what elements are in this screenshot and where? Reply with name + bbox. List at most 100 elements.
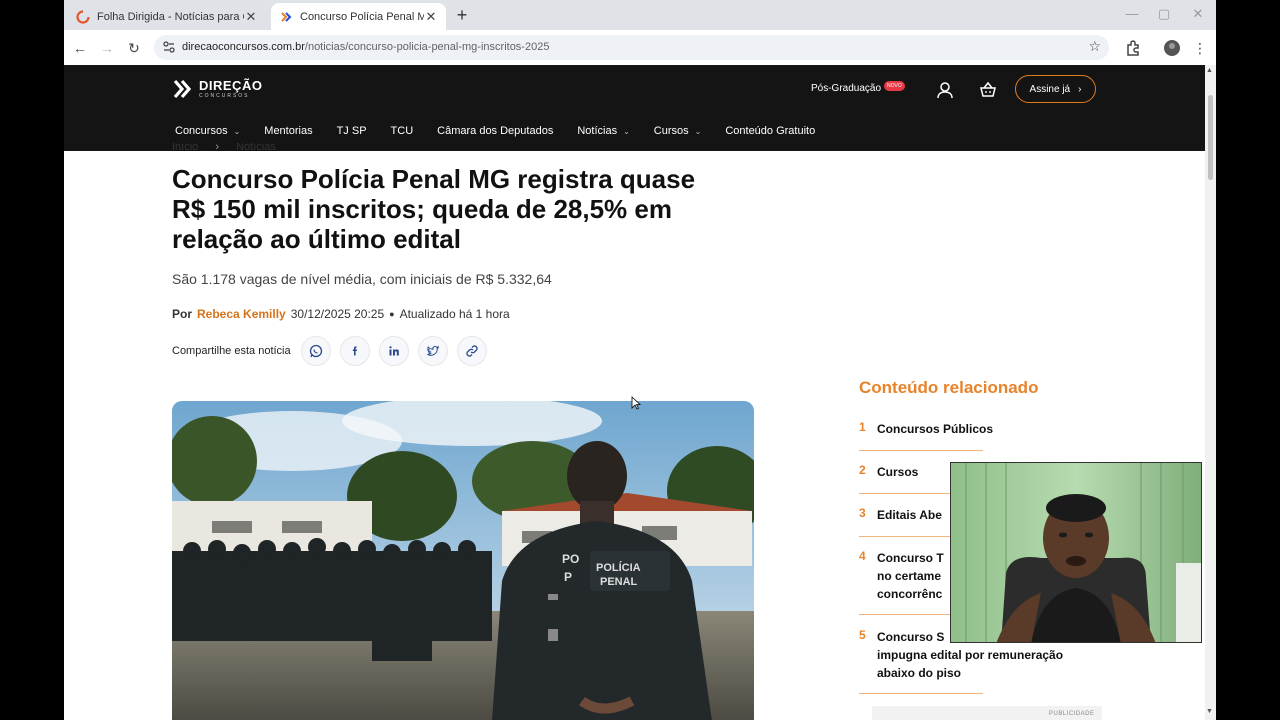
- url-host: direcaoconcursos.com.br: [182, 41, 305, 53]
- nav-item-concursos[interactable]: Concursos ⌄: [175, 125, 240, 137]
- nav-item-cursos[interactable]: Cursos ⌄: [654, 125, 702, 137]
- hero-side-text: PO: [562, 552, 579, 566]
- site-header: DIREÇÃO CONCURSOS Pós-Graduação NOVO Ass…: [64, 65, 1205, 151]
- nav-label: Concursos: [175, 125, 228, 137]
- back-icon[interactable]: ←: [70, 38, 90, 58]
- facebook-icon: [352, 346, 357, 356]
- minimize-icon[interactable]: —: [1122, 6, 1142, 21]
- whatsapp-icon: [309, 344, 322, 358]
- hero-badge-text-2: PENAL: [600, 576, 638, 588]
- extensions-icon[interactable]: [1123, 38, 1143, 58]
- related-item-number: 4: [859, 549, 866, 563]
- nav-label: TCU: [390, 125, 414, 137]
- url-path: /noticias/concurso-policia-penal-mg-insc…: [304, 41, 550, 53]
- related-content-title: Conteúdo relacionado: [859, 378, 1039, 397]
- tab-strip: Folha Dirigida - Notícias para C ✕ Concu…: [64, 0, 1216, 30]
- nav-item-conteudo-gratuito[interactable]: Conteúdo Gratuito: [725, 125, 815, 137]
- share-whatsapp-button[interactable]: [300, 336, 331, 366]
- related-item-number: 3: [859, 506, 866, 520]
- bullet-separator: ●: [389, 309, 395, 319]
- site-info-icon[interactable]: [162, 40, 176, 54]
- browser-toolbar: ← → ↻ direcaoconcursos.com.br/noticias/c…: [64, 30, 1216, 65]
- hero-photo-illustration: POLÍCIA PENAL PO P: [172, 401, 754, 720]
- hero-side-text-2: P: [564, 570, 572, 584]
- nav-label: Câmara dos Deputados: [437, 125, 554, 137]
- nav-label: Notícias: [577, 125, 618, 137]
- maximize-icon[interactable]: ▢: [1154, 6, 1174, 22]
- profile-avatar-icon[interactable]: [1162, 38, 1182, 58]
- nav-item-tcu[interactable]: TCU: [391, 125, 414, 137]
- related-item-number: 2: [859, 463, 866, 477]
- direcao-favicon-icon: [281, 11, 292, 22]
- related-separator: [859, 693, 983, 694]
- related-separator: [859, 450, 983, 451]
- nav-label: Cursos: [653, 125, 689, 137]
- reload-icon[interactable]: ↻: [124, 38, 144, 58]
- share-facebook-button[interactable]: [339, 336, 370, 366]
- chevron-right-icon: ›: [1078, 83, 1082, 95]
- tab-title: Concurso Polícia Penal MG regi: [300, 10, 424, 23]
- user-icon[interactable]: [936, 81, 954, 99]
- breadcrumb-home[interactable]: Início: [172, 143, 198, 151]
- logo-sub: CONCURSOS: [199, 93, 250, 99]
- tab-title: Folha Dirigida - Notícias para C: [97, 10, 244, 23]
- hero-badge-text: POLÍCIA: [596, 561, 641, 574]
- close-window-icon[interactable]: ✕: [1188, 6, 1208, 22]
- nav-label: Mentorias: [264, 125, 313, 137]
- tab-policia-penal[interactable]: Concurso Polícia Penal MG regi ✕: [271, 3, 446, 30]
- nav-item-mentorias[interactable]: Mentorias: [264, 125, 312, 137]
- scroll-up-icon[interactable]: ▲: [1206, 67, 1213, 74]
- folha-favicon-icon: [76, 9, 90, 24]
- article-subhead: São 1.178 vagas de nível média, com inic…: [172, 271, 552, 287]
- mouse-cursor-icon: [631, 396, 641, 410]
- chevron-down-icon: ⌄: [233, 126, 241, 136]
- logo-name: DIREÇÃO: [199, 78, 263, 93]
- scroll-down-icon[interactable]: ▼: [1206, 708, 1213, 715]
- menu-kebab-icon[interactable]: ⋮: [1190, 38, 1210, 58]
- novo-badge: NOVO: [884, 81, 905, 91]
- assine-label: Assine já: [1029, 83, 1071, 95]
- related-item-title: Concursos Públicos: [877, 422, 994, 436]
- new-tab-icon[interactable]: +: [452, 6, 472, 26]
- share-linkedin-button[interactable]: [378, 336, 409, 366]
- linkedin-icon: [389, 346, 399, 356]
- related-item-number: 5: [859, 628, 866, 642]
- share-bar: Compartilhe esta notícia: [172, 336, 496, 366]
- share-twitter-button[interactable]: [417, 336, 448, 366]
- article-headline: Concurso Polícia Penal MG registra quase…: [172, 164, 696, 254]
- by-label: Por: [172, 307, 193, 321]
- tab-close-icon[interactable]: ✕: [244, 9, 258, 25]
- webcam-overlay: [950, 462, 1202, 643]
- tab-folha-dirigida[interactable]: Folha Dirigida - Notícias para C ✕: [68, 3, 266, 30]
- cart-basket-icon[interactable]: [979, 81, 997, 99]
- nav-label: Conteúdo Gratuito: [725, 125, 816, 137]
- url-text: direcaoconcursos.com.br/noticias/concurs…: [182, 41, 549, 53]
- nav-item-tj-sp[interactable]: TJ SP: [337, 125, 367, 137]
- share-label: Compartilhe esta notícia: [172, 345, 291, 357]
- assine-button[interactable]: Assine já ›: [1015, 75, 1096, 103]
- page-scrollbar[interactable]: ▲ ▼: [1205, 65, 1216, 720]
- nav-item-noticias[interactable]: Notícias ⌄: [577, 125, 629, 137]
- chevron-down-icon: ⌄: [694, 126, 702, 136]
- pos-graduacao-link[interactable]: Pós-Graduação: [811, 83, 881, 94]
- chevron-down-icon: ⌄: [623, 126, 630, 136]
- nav-item-camara[interactable]: Câmara dos Deputados: [437, 125, 553, 137]
- forward-icon[interactable]: →: [97, 38, 117, 58]
- share-link-button[interactable]: [456, 336, 487, 366]
- byline: Por Rebeca Kemilly 30/12/2025 20:25 ● At…: [172, 307, 510, 321]
- updated-text: Atualizado há 1 hora: [399, 307, 510, 321]
- bookmark-star-icon[interactable]: ☆: [1088, 38, 1101, 55]
- article-hero-image: POLÍCIA PENAL PO P: [172, 401, 754, 720]
- twitter-icon: [426, 345, 439, 356]
- tab-close-icon[interactable]: ✕: [424, 9, 438, 25]
- breadcrumb-section[interactable]: Notícias: [236, 143, 276, 151]
- link-icon: [466, 345, 478, 357]
- author-link[interactable]: Rebeca Kemilly: [197, 307, 286, 321]
- breadcrumb: Início › Notícias: [172, 143, 276, 151]
- address-bar[interactable]: direcaoconcursos.com.br/noticias/concurs…: [154, 35, 1109, 60]
- logo-mark-icon: [173, 79, 192, 99]
- site-logo[interactable]: DIREÇÃO CONCURSOS: [172, 77, 262, 101]
- scrollbar-thumb[interactable]: [1208, 95, 1213, 180]
- publish-datetime: 30/12/2025 20:25: [290, 307, 385, 321]
- ad-label: PUBLICIDADE: [1049, 711, 1095, 717]
